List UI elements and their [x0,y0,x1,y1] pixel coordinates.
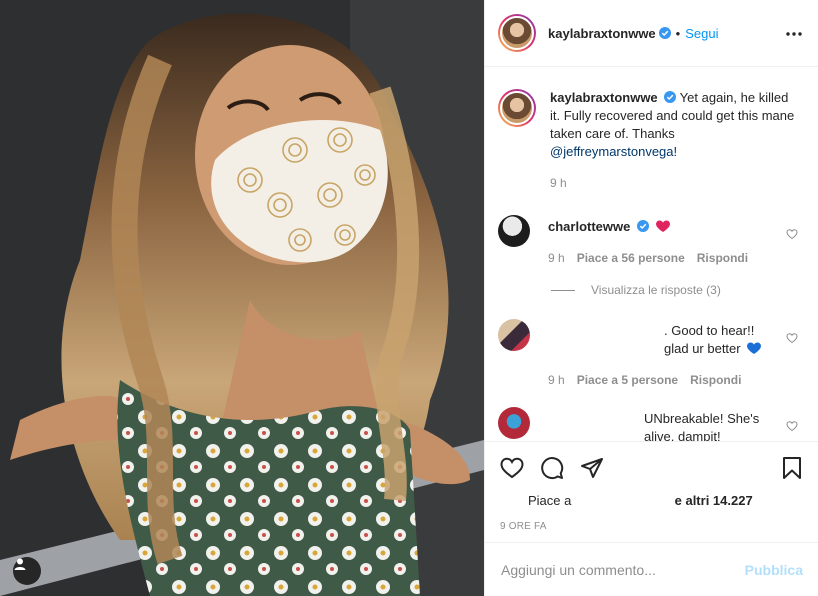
post-header: kaylabraxtonwwe • Segui [485,0,818,67]
heart-icon[interactable] [786,228,798,240]
heart-icon [500,457,524,479]
heart-icon[interactable] [786,420,798,432]
comment-meta: 9 h Piace a 5 persone Rispondi [548,371,773,389]
comment-likes[interactable]: Piace a 56 persone [577,249,685,267]
comment-icon [541,457,564,480]
save-button[interactable] [780,456,804,480]
tag-user-button[interactable] [13,557,41,585]
caption-mention-link[interactable]: @jeffreymarstonvega! [550,144,677,159]
comment-text: UNbreakable! She's alive, dampit! [644,411,760,441]
separator-dot: • [675,25,681,41]
commenter-avatar[interactable] [498,215,530,247]
post-photo[interactable] [0,0,484,596]
post-timestamp: 9 ORE FA [500,521,547,532]
likes-suffix: e altri 14.227 [674,493,753,508]
comment-time: 9 h [548,373,565,387]
caption: kaylabraxtonwwe Yet again, he killed it.… [498,89,795,192]
view-replies-line [551,289,575,291]
verified-icon [658,27,671,39]
post-actions: Piace a e altri 14.227 9 ORE FA [485,441,818,541]
comment-meta: 9 h Piace a 56 persone Rispondi [548,249,773,267]
red-heart-icon [655,220,670,232]
photo-illustration [0,0,484,596]
verified-icon [664,91,677,103]
commenter-avatar[interactable] [498,319,530,351]
author-avatar[interactable] [498,14,536,52]
comment-text: . Good to hear!! glad ur better [664,323,755,356]
caption-username[interactable]: kaylabraxtonwwe [550,90,658,105]
likes-prefix: Piace a [528,493,572,508]
tag-user-icon [14,558,26,570]
comment-item: . Good to hear!! glad ur better 9 h Piac… [498,319,808,389]
publish-button[interactable]: Pubblica [745,562,803,578]
more-options-button[interactable] [784,24,804,44]
heart-icon[interactable] [786,332,798,344]
save-icon [783,457,801,479]
likes-summary[interactable]: Piace a e altri 14.227 [528,493,753,508]
caption-time: 9 h [550,176,567,190]
comment-button[interactable] [540,456,564,480]
more-options-icon [786,32,802,36]
blue-heart-icon [747,342,762,354]
author-username[interactable]: kaylabraxtonwwe [548,26,656,41]
reply-button[interactable]: Rispondi [690,371,741,389]
comment-item: UNbreakable! She's alive, dampit! [498,407,808,441]
comments-list[interactable]: kaylabraxtonwwe Yet again, he killed it.… [485,68,818,441]
follow-button[interactable]: Segui [685,26,718,41]
view-replies-label: Visualizza le risposte (3) [591,283,721,297]
commenter-username[interactable]: charlottewwe [548,219,630,234]
comment-input[interactable]: Aggiungi un commento... [501,562,745,578]
post-side-panel: kaylabraxtonwwe • Segui kaylabraxtonwwe … [484,0,818,596]
like-button[interactable] [500,456,524,480]
commenter-avatar[interactable] [498,407,530,439]
comment-item: charlottewwe 9 h Piace a 56 persone Risp… [498,215,808,267]
view-replies-button[interactable]: Visualizza le risposte (3) [551,283,721,297]
comment-time: 9 h [548,251,565,265]
reply-button[interactable]: Rispondi [697,249,748,267]
share-button[interactable] [580,456,604,480]
add-comment-bar: Aggiungi un commento... Pubblica [485,542,818,596]
verified-icon [636,220,649,232]
caption-avatar[interactable] [498,89,536,127]
comment-likes[interactable]: Piace a 5 persone [577,371,678,389]
share-icon [581,458,603,478]
